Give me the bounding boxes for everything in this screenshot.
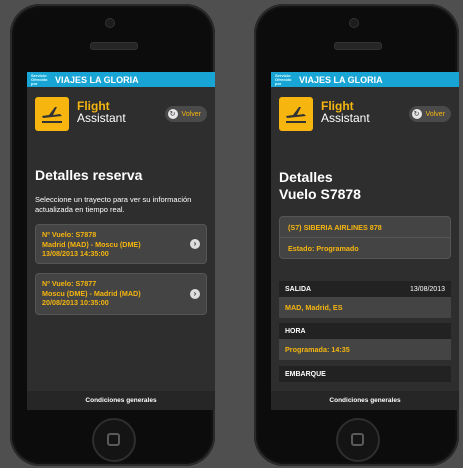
boarding-section: EMBARQUE bbox=[279, 366, 451, 382]
page-title-line1: Detalles bbox=[279, 169, 333, 185]
app-header: Flight Assistant ↻ Volver bbox=[271, 87, 459, 133]
back-button[interactable]: ↻ Volver bbox=[408, 106, 451, 122]
departure-place: MAD, Madrid, ES bbox=[279, 297, 451, 318]
flight-datetime: 13/08/2013 14:35:00 bbox=[42, 249, 109, 258]
departure-label: SALIDA bbox=[285, 285, 312, 293]
phone-left: Servicio Ofrecido por VIAJES LA GLORIA F… bbox=[10, 4, 215, 466]
brand-name: VIAJES LA GLORIA bbox=[55, 74, 139, 85]
home-square-icon bbox=[107, 433, 120, 446]
home-button[interactable] bbox=[92, 418, 136, 462]
flight-status: Estado: Programado bbox=[288, 243, 359, 253]
boarding-label: EMBARQUE bbox=[285, 370, 326, 378]
brand-name: VIAJES LA GLORIA bbox=[299, 74, 383, 85]
section-header: HORA bbox=[279, 323, 451, 339]
app-title: Flight Assistant bbox=[321, 100, 370, 124]
departure-section: SALIDA 13/08/2013 MAD, Madrid, ES bbox=[279, 281, 451, 318]
service-label: Servicio Ofrecido por bbox=[275, 72, 292, 86]
page-title: Detalles Vuelo S7878 bbox=[279, 169, 361, 203]
refresh-icon: ↻ bbox=[411, 109, 422, 119]
flight-route: Madrid (MAD) - Moscu (DME) bbox=[42, 239, 141, 249]
camera bbox=[105, 18, 115, 28]
page-title-line2: Vuelo S7878 bbox=[279, 186, 361, 202]
back-button-label: Volver bbox=[425, 110, 445, 118]
departure-date: 13/08/2013 bbox=[409, 285, 445, 293]
top-bar: Servicio Ofrecido por VIAJES LA GLORIA bbox=[271, 72, 459, 87]
service-label: Servicio Ofrecido por bbox=[31, 72, 48, 86]
chevron-right-icon: › bbox=[190, 289, 200, 299]
time-section: HORA Programada: 14:35 bbox=[279, 323, 451, 360]
flight-number: Nº Vuelo: S7878 bbox=[42, 230, 97, 239]
airline-name: (S7) SIBERIA AIRLINES 878 bbox=[288, 222, 382, 232]
app-title: Flight Assistant bbox=[77, 100, 126, 124]
refresh-icon: ↻ bbox=[167, 109, 178, 119]
chevron-right-icon: › bbox=[190, 239, 200, 249]
speaker bbox=[334, 42, 382, 50]
terms-link[interactable]: Condiciones generales bbox=[27, 391, 215, 410]
phone-right: Servicio Ofrecido por VIAJES LA GLORIA F… bbox=[254, 4, 459, 466]
back-button-label: Volver bbox=[181, 110, 201, 118]
back-button[interactable]: ↻ Volver bbox=[164, 106, 207, 122]
flight-item[interactable]: Nº Vuelo: S7878 Madrid (MAD) - Moscu (DM… bbox=[35, 224, 207, 264]
page-description: Seleccione un trayecto para ver su infor… bbox=[35, 195, 192, 214]
home-square-icon bbox=[351, 433, 364, 446]
time-value: Programada: 14:35 bbox=[279, 339, 451, 360]
flight-datetime: 20/08/2013 10:35:00 bbox=[42, 298, 109, 307]
screen-flight-details: Servicio Ofrecido por VIAJES LA GLORIA F… bbox=[271, 72, 459, 410]
flight-info-card: (S7) SIBERIA AIRLINES 878 Estado: Progra… bbox=[279, 216, 451, 259]
speaker bbox=[90, 42, 138, 50]
top-bar: Servicio Ofrecido por VIAJES LA GLORIA bbox=[27, 72, 215, 87]
camera bbox=[349, 18, 359, 28]
app-header: Flight Assistant ↻ Volver bbox=[27, 87, 215, 133]
section-header: EMBARQUE bbox=[279, 366, 451, 382]
app-title-line2: Assistant bbox=[321, 111, 370, 125]
section-header: SALIDA 13/08/2013 bbox=[279, 281, 451, 297]
home-button[interactable] bbox=[336, 418, 380, 462]
app-title-line2: Assistant bbox=[77, 111, 126, 125]
flight-number: Nº Vuelo: S7877 bbox=[42, 279, 97, 288]
flight-route: Moscu (DME) - Madrid (MAD) bbox=[42, 288, 141, 298]
screen-reservation: Servicio Ofrecido por VIAJES LA GLORIA F… bbox=[27, 72, 215, 410]
page-title: Detalles reserva bbox=[35, 167, 143, 183]
terms-link[interactable]: Condiciones generales bbox=[271, 391, 459, 410]
time-label: HORA bbox=[285, 327, 306, 335]
airplane-takeoff-icon bbox=[279, 97, 313, 131]
airplane-takeoff-icon bbox=[35, 97, 69, 131]
flight-item[interactable]: Nº Vuelo: S7877 Moscu (DME) - Madrid (MA… bbox=[35, 273, 207, 315]
